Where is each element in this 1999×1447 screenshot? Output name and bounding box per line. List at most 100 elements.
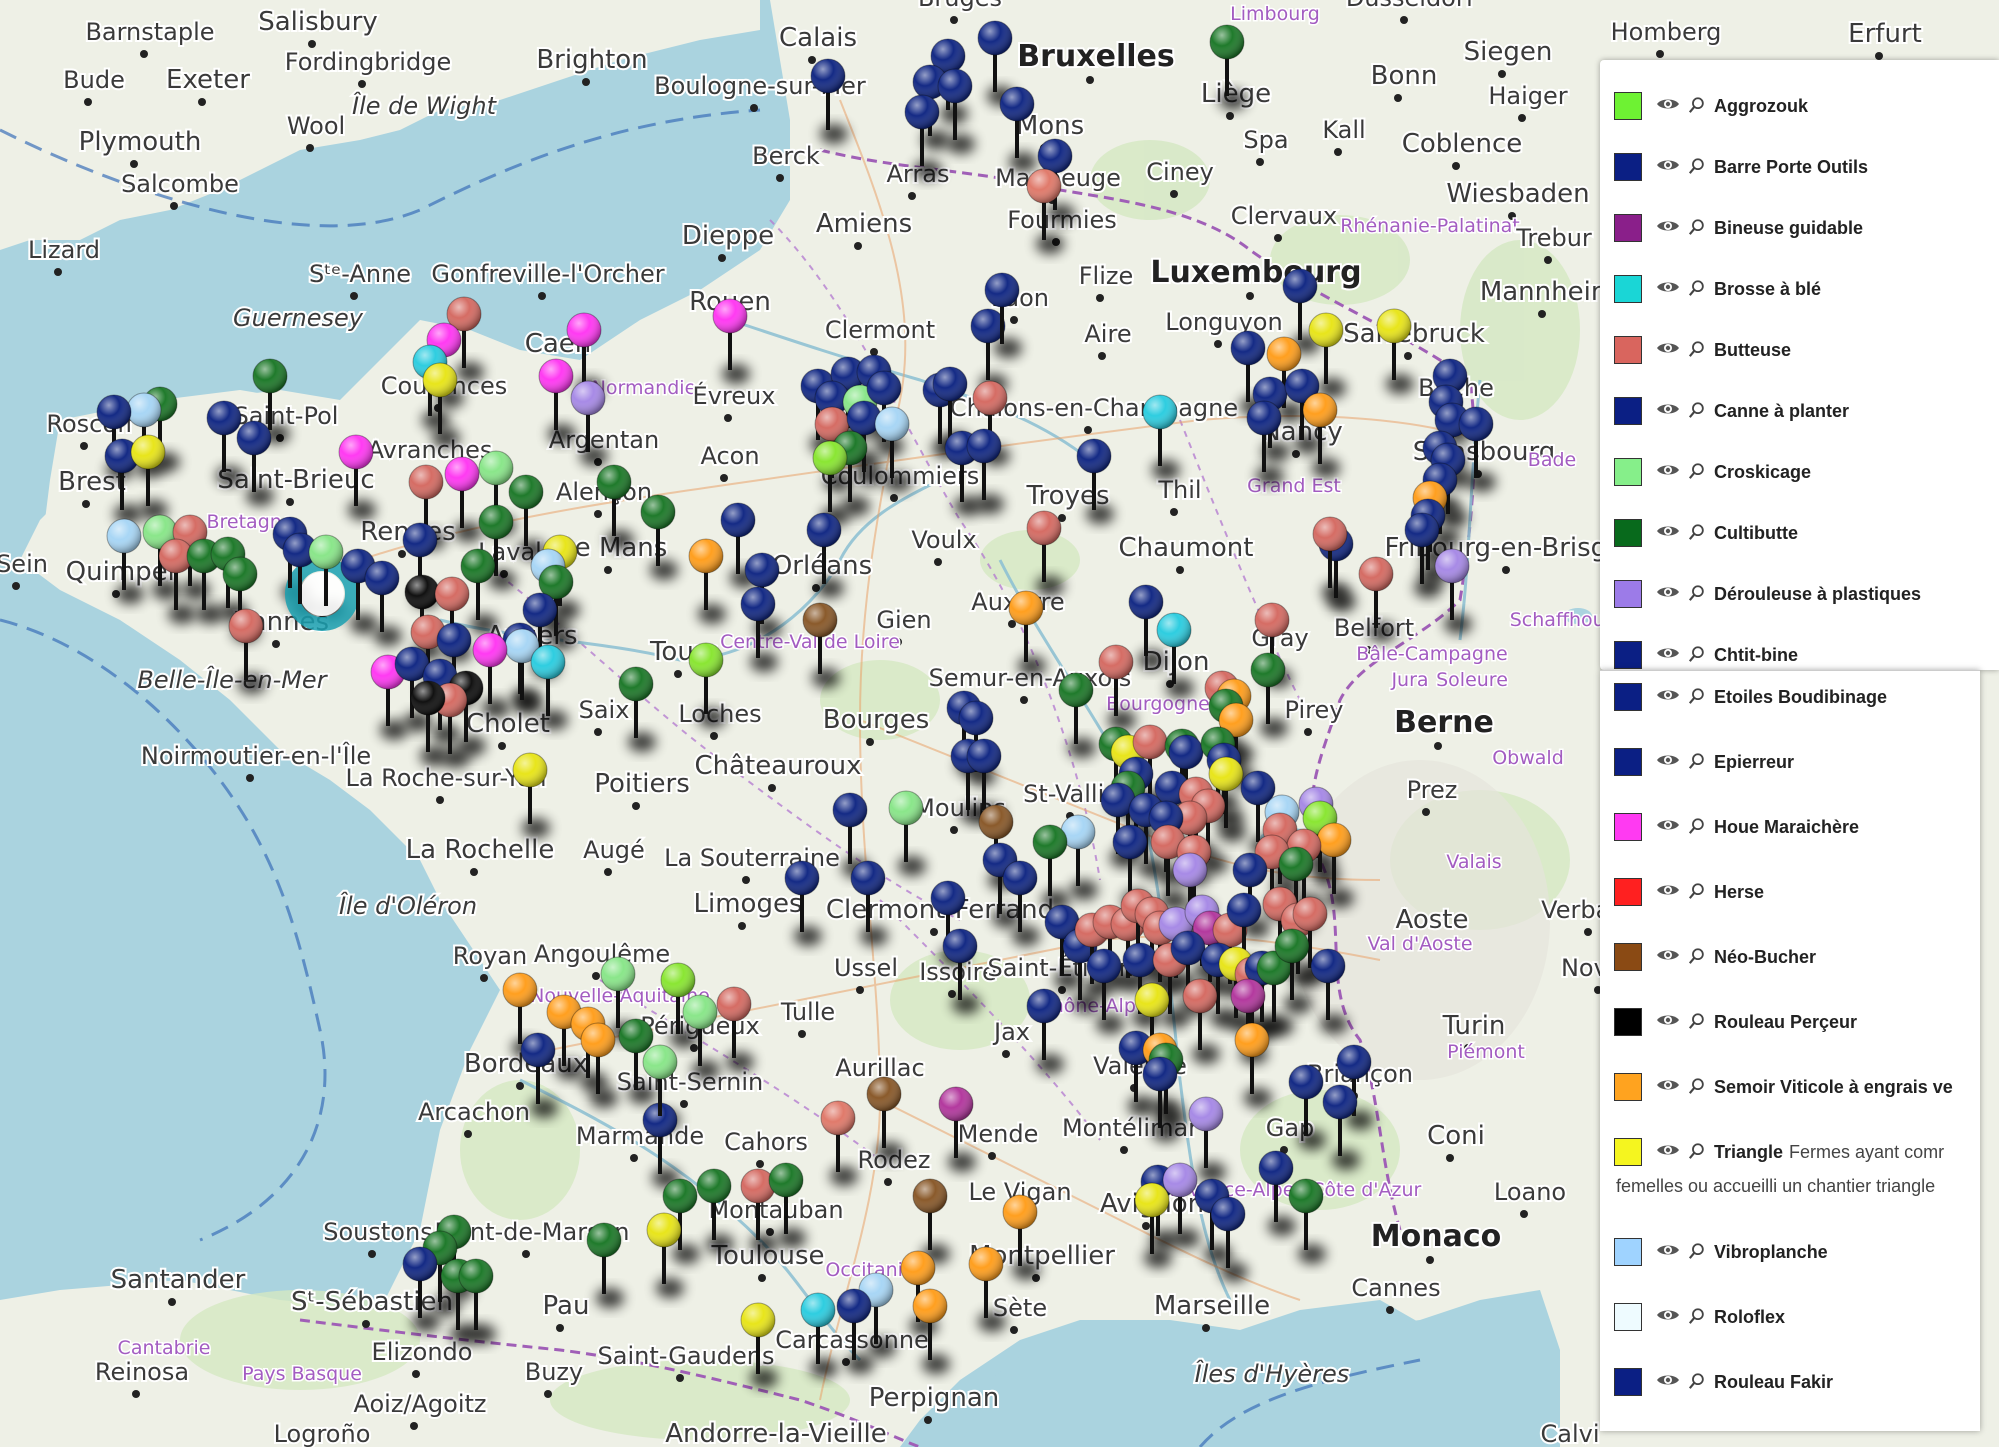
legend-item[interactable]: Vibroplanche	[1614, 1232, 1828, 1272]
zoom-magnifier-icon[interactable]	[1688, 645, 1708, 665]
zoom-magnifier-icon[interactable]	[1688, 687, 1708, 707]
place-label: Marmande	[576, 1122, 704, 1150]
city-dot	[884, 1178, 892, 1186]
visibility-eye-icon[interactable]	[1656, 1372, 1680, 1392]
zoom-magnifier-icon[interactable]	[1688, 523, 1708, 543]
pin-shadow	[1294, 434, 1322, 454]
city-dot	[84, 98, 92, 106]
legend-item[interactable]: Houe Maraichère	[1614, 807, 1859, 847]
pin-gloss	[601, 957, 635, 991]
legend-item[interactable]: Herse	[1614, 872, 1764, 912]
pin-gloss	[985, 273, 1019, 307]
zoom-magnifier-icon[interactable]	[1688, 1307, 1708, 1327]
place-label: Pirey	[1285, 696, 1344, 724]
zoom-magnifier-icon[interactable]	[1688, 752, 1708, 772]
pin-shadow	[530, 1098, 558, 1118]
place-label: Saint-Gaudens	[598, 1342, 775, 1370]
place-label: Montauban	[708, 1196, 843, 1224]
city-dot	[776, 174, 784, 182]
visibility-eye-icon[interactable]	[1656, 1077, 1680, 1097]
city-dot	[522, 1250, 530, 1258]
legend-item[interactable]: Butteuse	[1614, 330, 1791, 370]
zoom-magnifier-icon[interactable]	[1688, 1242, 1708, 1262]
zoom-magnifier-icon[interactable]	[1688, 1077, 1708, 1097]
zoom-magnifier-icon[interactable]	[1688, 218, 1708, 238]
zoom-magnifier-icon[interactable]	[1688, 817, 1708, 837]
place-label: Bourges	[823, 705, 930, 735]
visibility-eye-icon[interactable]	[1656, 401, 1680, 421]
legend-item[interactable]: Chtit-bine	[1614, 635, 1798, 675]
city-dot	[470, 868, 478, 876]
legend-item[interactable]: Canne à planter	[1614, 391, 1849, 431]
legend-item[interactable]: Croskicage	[1614, 452, 1811, 492]
legend-item[interactable]: Rouleau Fakir	[1614, 1362, 1833, 1402]
legend-item[interactable]: Semoir Viticole à engrais ve	[1614, 1067, 1953, 1107]
legend-item[interactable]: Epierreur	[1614, 742, 1794, 782]
city-dot	[1875, 52, 1883, 60]
pin-gloss	[1259, 1151, 1293, 1185]
legend-item[interactable]: Bineuse guidable	[1614, 208, 1863, 248]
pin-gloss	[1033, 825, 1067, 859]
city-dot	[410, 1422, 418, 1430]
zoom-magnifier-icon[interactable]	[1688, 462, 1708, 482]
zoom-magnifier-icon[interactable]	[1688, 340, 1708, 360]
legend-item[interactable]: Dérouleuse à plastiques	[1614, 574, 1921, 614]
zoom-magnifier-icon[interactable]	[1688, 401, 1708, 421]
visibility-eye-icon[interactable]	[1656, 584, 1680, 604]
zoom-magnifier-icon[interactable]	[1688, 947, 1708, 967]
zoom-magnifier-icon[interactable]	[1688, 96, 1708, 116]
zoom-magnifier-icon[interactable]	[1688, 1372, 1708, 1392]
pin-gloss	[461, 549, 495, 583]
city-dot	[368, 1250, 376, 1258]
pin-gloss	[309, 535, 343, 569]
visibility-eye-icon[interactable]	[1656, 340, 1680, 360]
pin-shadow	[348, 500, 376, 520]
pin-gloss	[459, 1259, 493, 1293]
zoom-magnifier-icon[interactable]	[1688, 279, 1708, 299]
visibility-eye-icon[interactable]	[1656, 687, 1680, 707]
zoom-magnifier-icon[interactable]	[1688, 1012, 1708, 1032]
city-dot	[1334, 148, 1342, 156]
visibility-eye-icon[interactable]	[1656, 218, 1680, 238]
place-label: Clermont	[825, 316, 935, 344]
legend-item[interactable]: Cultibutte	[1614, 513, 1798, 553]
city-dot	[1246, 292, 1254, 300]
visibility-eye-icon[interactable]	[1656, 1242, 1680, 1262]
visibility-eye-icon[interactable]	[1656, 1142, 1680, 1162]
pin-shadow	[816, 578, 844, 598]
legend-item[interactable]: Brosse à blé	[1614, 269, 1821, 309]
zoom-magnifier-icon[interactable]	[1688, 584, 1708, 604]
visibility-eye-icon[interactable]	[1656, 1307, 1680, 1327]
pin-gloss	[1171, 931, 1205, 965]
visibility-eye-icon[interactable]	[1656, 947, 1680, 967]
zoom-magnifier-icon[interactable]	[1688, 157, 1708, 177]
pin-gloss	[713, 299, 747, 333]
visibility-eye-icon[interactable]	[1656, 817, 1680, 837]
legend-item[interactable]: Triangle Fermes ayant comr	[1614, 1132, 1944, 1172]
zoom-magnifier-icon[interactable]	[1688, 882, 1708, 902]
legend-item[interactable]: Aggrozouk	[1614, 86, 1808, 126]
visibility-eye-icon[interactable]	[1656, 645, 1680, 665]
legend-item[interactable]: Roloflex	[1614, 1297, 1785, 1337]
legend-item-label: Vibroplanche	[1714, 1241, 1828, 1262]
pin-gloss	[647, 1213, 681, 1247]
pin-gloss	[1303, 393, 1337, 427]
legend-item[interactable]: Néo-Bucher	[1614, 937, 1816, 977]
pin-gloss	[403, 523, 437, 557]
visibility-eye-icon[interactable]	[1656, 752, 1680, 772]
legend-item[interactable]: Rouleau Perçeur	[1614, 1002, 1857, 1042]
visibility-eye-icon[interactable]	[1656, 1012, 1680, 1032]
legend-item[interactable]: Barre Porte Outils	[1614, 147, 1868, 187]
visibility-eye-icon[interactable]	[1656, 523, 1680, 543]
zoom-magnifier-icon[interactable]	[1688, 1142, 1708, 1162]
highlight-center	[300, 572, 344, 616]
visibility-eye-icon[interactable]	[1656, 157, 1680, 177]
visibility-eye-icon[interactable]	[1656, 462, 1680, 482]
city-dot	[710, 732, 718, 740]
place-label: Bruxelles	[1017, 39, 1175, 74]
city-dot	[308, 40, 316, 48]
legend-item[interactable]: Etoiles Boudibinage	[1614, 677, 1887, 717]
visibility-eye-icon[interactable]	[1656, 882, 1680, 902]
visibility-eye-icon[interactable]	[1656, 96, 1680, 116]
visibility-eye-icon[interactable]	[1656, 279, 1680, 299]
